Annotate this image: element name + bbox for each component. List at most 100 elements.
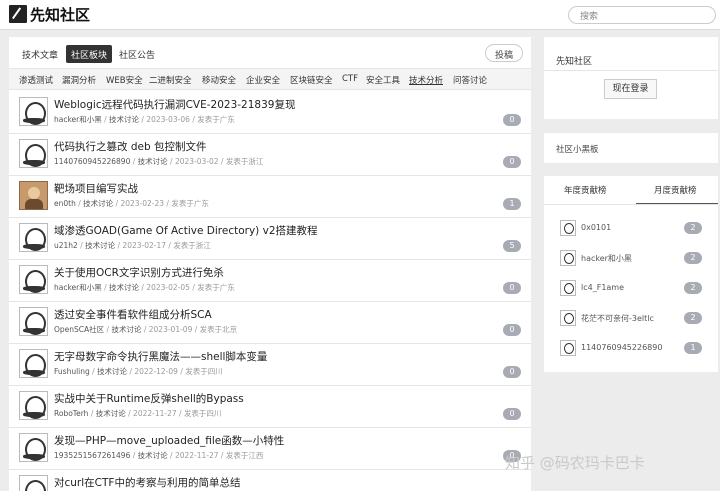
post-category[interactable]: 技术讨论 [109, 115, 139, 124]
tab-community-board[interactable]: 社区板块 [66, 45, 113, 63]
rank-user-name[interactable]: 1140760945226890 [581, 343, 662, 352]
post-title[interactable]: 靶场项目编写实战 [54, 181, 138, 196]
category-item-active[interactable]: 技术分析 [409, 74, 443, 86]
post-row[interactable]: 域渗透GOAD(Game Of Active Directory) v2搭建教程… [9, 218, 531, 260]
category-item[interactable]: CTF [342, 74, 358, 84]
post-category[interactable]: 技术讨论 [97, 367, 127, 376]
post-author[interactable]: 1935251567261496 [54, 451, 130, 460]
category-bar: 渗透测试 漏洞分析 WEB安全 二进制安全 移动安全 企业安全 区块链安全 CT… [9, 68, 531, 90]
post-category[interactable]: 技术讨论 [109, 283, 139, 292]
tab-monthly-rank[interactable]: 月度贡献榜 [654, 184, 697, 196]
post-title[interactable]: 代码执行之篡改 deb 包控制文件 [54, 139, 206, 154]
post-row[interactable]: Weblogic远程代码执行漏洞CVE-2023-21839复现 hacker和… [9, 92, 531, 134]
tab-announcements[interactable]: 社区公告 [114, 45, 160, 63]
category-item[interactable]: 企业安全 [246, 74, 280, 86]
tab-tech-articles[interactable]: 技术文章 [17, 45, 63, 63]
login-button[interactable]: 现在登录 [604, 79, 657, 99]
post-meta: hacker和小黑 / 技术讨论 / 2023-02-05 / 发表于广东 [54, 283, 235, 292]
post-row[interactable]: 对curl在CTF中的考察与利用的简单总结 [9, 470, 531, 491]
rank-item[interactable]: 花茫不可亲何-3eltlc 2 [544, 308, 718, 336]
avatar[interactable] [19, 265, 48, 294]
rank-count-badge: 2 [684, 252, 702, 264]
rank-item[interactable]: hacker和小黑 2 [544, 248, 718, 276]
post-category[interactable]: 技术讨论 [138, 451, 168, 460]
post-row[interactable]: 关于使用OCR文字识别方式进行免杀 hacker和小黑 / 技术讨论 / 202… [9, 260, 531, 302]
avatar[interactable] [560, 250, 576, 266]
post-meta: en0th / 技术讨论 / 2023-02-23 / 发表于广东 [54, 199, 209, 208]
avatar[interactable] [560, 310, 576, 326]
blackboard-title[interactable]: 社区小黑板 [556, 143, 599, 155]
post-category[interactable]: 技术讨论 [138, 157, 168, 166]
post-location: 发表于广东 [171, 199, 209, 208]
post-title[interactable]: 关于使用OCR文字识别方式进行免杀 [54, 265, 224, 280]
post-title[interactable]: 透过安全事件看软件组成分析SCA [54, 307, 212, 322]
reply-count-badge: 0 [503, 366, 521, 378]
post-title[interactable]: 实战中关于Runtime反弹shell的Bypass [54, 391, 244, 406]
category-item[interactable]: 二进制安全 [149, 74, 192, 86]
post-title[interactable]: 无字母数字命令执行黑魔法——shell脚本变量 [54, 349, 267, 364]
avatar[interactable] [560, 280, 576, 296]
category-item[interactable]: 区块链安全 [290, 74, 333, 86]
post-category[interactable]: 技术讨论 [96, 409, 126, 418]
post-row[interactable]: 发现—PHP—move_uploaded_file函数—小特性 19352515… [9, 428, 531, 470]
post-author[interactable]: OpenSCA社区 [54, 325, 104, 334]
divider [544, 70, 718, 71]
post-author[interactable]: hacker和小黑 [54, 283, 102, 292]
post-meta: OpenSCA社区 / 技术讨论 / 2023-01-09 / 发表于北京 [54, 325, 238, 334]
post-author[interactable]: hacker和小黑 [54, 115, 102, 124]
rank-user-name[interactable]: hacker和小黑 [581, 253, 632, 264]
avatar[interactable] [560, 220, 576, 236]
post-title[interactable]: 域渗透GOAD(Game Of Active Directory) v2搭建教程 [54, 223, 318, 238]
post-meta: hacker和小黑 / 技术讨论 / 2023-03-06 / 发表于广东 [54, 115, 235, 124]
rank-item[interactable]: lc4_F1ame 2 [544, 278, 718, 306]
community-panel: 先知社区 现在登录 [544, 37, 718, 119]
post-category[interactable]: 技术讨论 [83, 199, 113, 208]
avatar[interactable] [19, 391, 48, 420]
category-item[interactable]: 移动安全 [202, 74, 236, 86]
post-title[interactable]: 发现—PHP—move_uploaded_file函数—小特性 [54, 433, 284, 448]
category-item[interactable]: WEB安全 [106, 74, 143, 86]
category-item[interactable]: 渗透测试 [19, 74, 53, 86]
rank-user-name[interactable]: 花茫不可亲何-3eltlc [581, 313, 654, 324]
post-row[interactable]: 透过安全事件看软件组成分析SCA OpenSCA社区 / 技术讨论 / 2023… [9, 302, 531, 344]
rank-item[interactable]: 0x0101 2 [544, 218, 718, 246]
category-item[interactable]: 问答讨论 [453, 74, 487, 86]
rank-user-name[interactable]: 0x0101 [581, 223, 611, 232]
rank-item[interactable]: 1140760945226890 1 [544, 338, 718, 366]
post-author[interactable]: u21h2 [54, 241, 78, 250]
rank-count-badge: 2 [684, 312, 702, 324]
post-row[interactable]: 靶场项目编写实战 en0th / 技术讨论 / 2023-02-23 / 发表于… [9, 176, 531, 218]
avatar[interactable] [19, 433, 48, 462]
tab-yearly-rank[interactable]: 年度贡献榜 [564, 184, 607, 196]
site-title[interactable]: 先知社区 [30, 4, 90, 25]
avatar[interactable] [19, 475, 48, 491]
post-row[interactable]: 代码执行之篡改 deb 包控制文件 1140760945226890 / 技术讨… [9, 134, 531, 176]
avatar[interactable] [19, 139, 48, 168]
post-date: 2022-11-27 [133, 409, 177, 418]
post-author[interactable]: Fushuling [54, 367, 90, 376]
post-category[interactable]: 技术讨论 [111, 325, 141, 334]
post-title[interactable]: Weblogic远程代码执行漏洞CVE-2023-21839复现 [54, 97, 295, 112]
submit-post-button[interactable]: 投稿 [485, 44, 523, 62]
post-meta: Fushuling / 技术讨论 / 2022-12-09 / 发表于四川 [54, 367, 223, 376]
avatar[interactable] [19, 181, 48, 210]
rank-user-name[interactable]: lc4_F1ame [581, 283, 624, 292]
avatar[interactable] [19, 307, 48, 336]
avatar[interactable] [19, 223, 48, 252]
rank-count-badge: 1 [684, 342, 702, 354]
post-author[interactable]: RoboTerh [54, 409, 88, 418]
post-title[interactable]: 对curl在CTF中的考察与利用的简单总结 [54, 475, 240, 490]
category-item[interactable]: 漏洞分析 [62, 74, 96, 86]
post-row[interactable]: 无字母数字命令执行黑魔法——shell脚本变量 Fushuling / 技术讨论… [9, 344, 531, 386]
site-logo-icon[interactable] [9, 5, 27, 23]
reply-count-badge: 5 [503, 240, 521, 252]
avatar[interactable] [19, 97, 48, 126]
category-item[interactable]: 安全工具 [366, 74, 400, 86]
post-author[interactable]: 1140760945226890 [54, 157, 130, 166]
search-input[interactable]: 搜索 [568, 6, 716, 24]
post-author[interactable]: en0th [54, 199, 76, 208]
post-row[interactable]: 实战中关于Runtime反弹shell的Bypass RoboTerh / 技术… [9, 386, 531, 428]
avatar[interactable] [560, 340, 576, 356]
post-category[interactable]: 技术讨论 [85, 241, 115, 250]
avatar[interactable] [19, 349, 48, 378]
